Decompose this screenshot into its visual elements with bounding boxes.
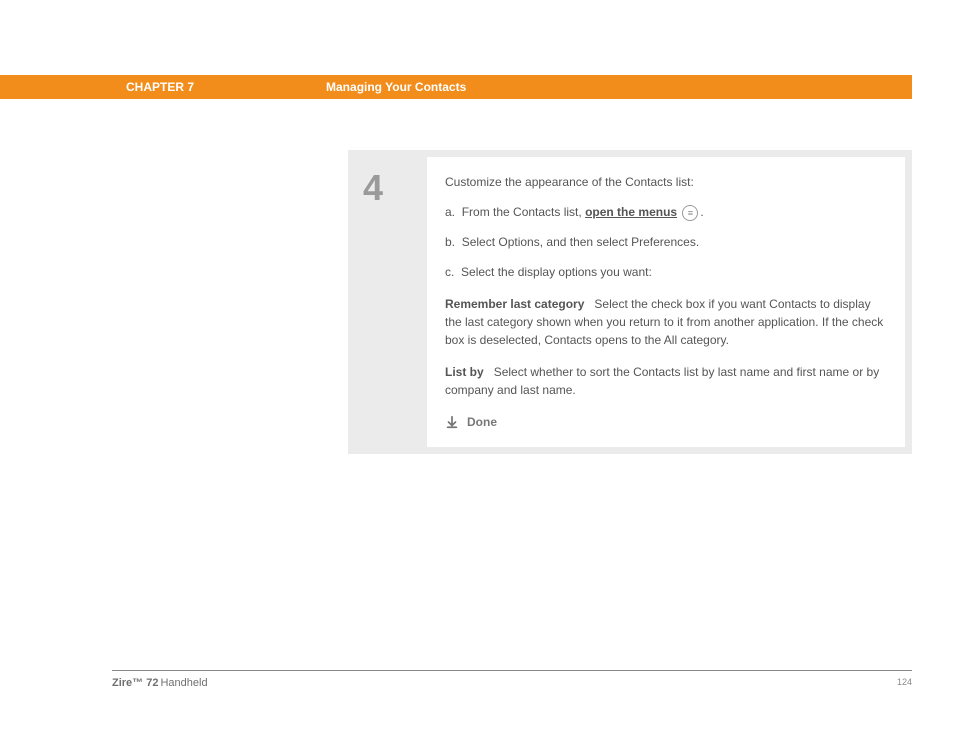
- item-text: Select the display options you want:: [461, 265, 652, 279]
- option-label: Remember last category: [445, 297, 584, 311]
- done-arrow-icon: [445, 415, 459, 429]
- step-box: 4 Customize the appearance of the Contac…: [348, 150, 912, 454]
- step-item-a: a. From the Contacts list, open the menu…: [445, 203, 887, 221]
- option-text: Select whether to sort the Contacts list…: [445, 365, 879, 397]
- step-list: a. From the Contacts list, open the menu…: [445, 203, 887, 281]
- chapter-label: CHAPTER 7: [126, 80, 194, 94]
- step-item-c: c. Select the display options you want:: [445, 263, 887, 281]
- page-footer: Zire™ 72 Handheld 124: [112, 670, 912, 689]
- item-prefix: a.: [445, 205, 455, 219]
- step-content: Customize the appearance of the Contacts…: [427, 157, 905, 447]
- header-band: CHAPTER 7 Managing Your Contacts: [0, 75, 912, 99]
- section-title: Managing Your Contacts: [326, 80, 466, 94]
- step-item-b: b. Select Options, and then select Prefe…: [445, 233, 887, 251]
- menu-icon: ≡: [682, 205, 698, 221]
- footer-brand: Zire™ 72: [112, 677, 158, 689]
- done-row: Done: [445, 413, 887, 431]
- footer-left: Zire™ 72 Handheld: [112, 677, 208, 689]
- footer-page-number: 124: [897, 677, 912, 689]
- item-text: Select Options, and then select Preferen…: [462, 235, 699, 249]
- option-remember: Remember last category Select the check …: [445, 295, 887, 349]
- open-menus-link[interactable]: open the menus: [585, 205, 677, 219]
- step-number: 4: [363, 167, 427, 209]
- footer-product: Handheld: [160, 677, 207, 689]
- step-number-column: 4: [355, 157, 427, 447]
- item-prefix: b.: [445, 235, 455, 249]
- item-prefix: c.: [445, 265, 454, 279]
- option-label: List by: [445, 365, 484, 379]
- step-intro: Customize the appearance of the Contacts…: [445, 173, 887, 191]
- item-text: From the Contacts list,: [462, 205, 585, 219]
- item-text-end: .: [700, 205, 703, 219]
- done-label: Done: [467, 413, 497, 431]
- option-listby: List by Select whether to sort the Conta…: [445, 363, 887, 399]
